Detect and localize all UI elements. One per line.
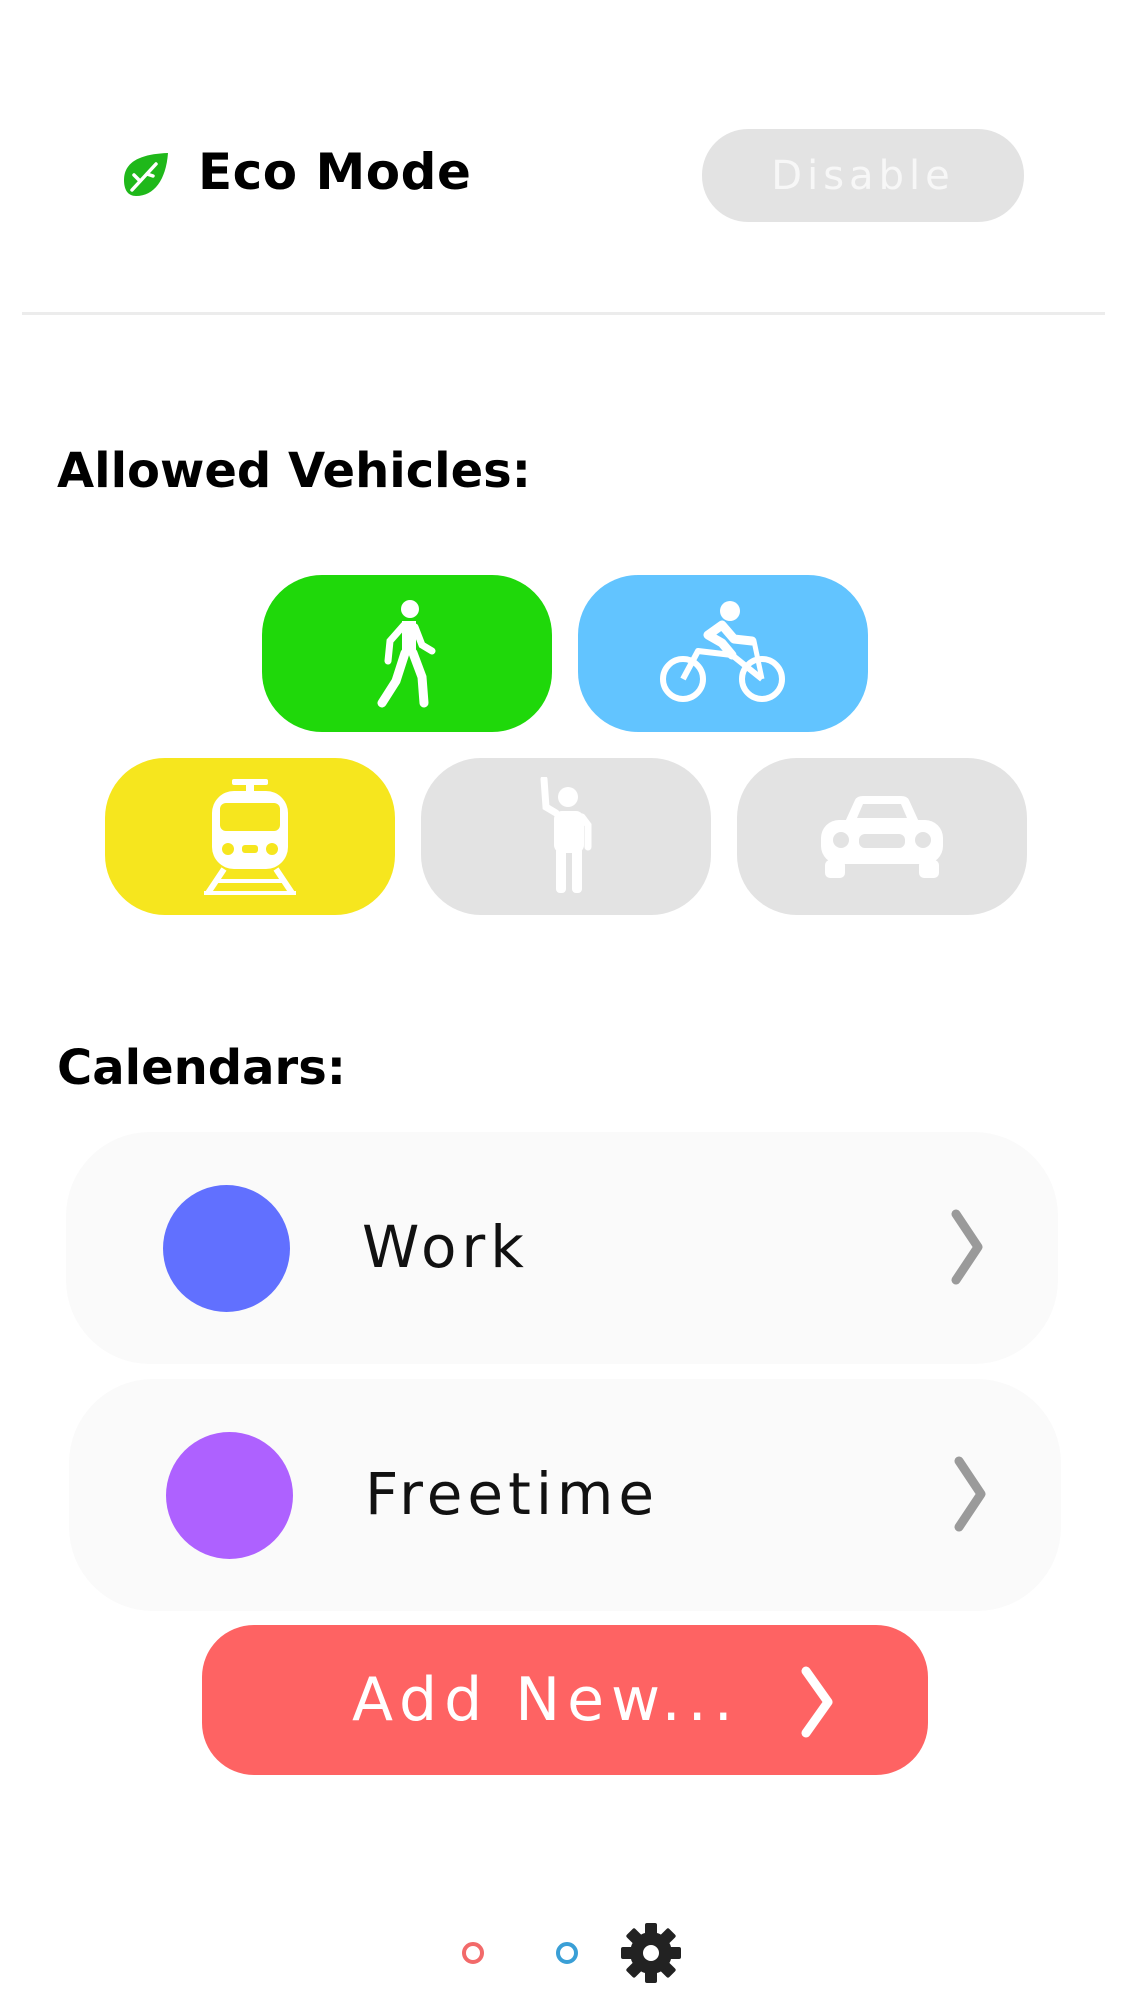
divider	[22, 312, 1105, 315]
vehicle-car-toggle[interactable]	[737, 758, 1027, 915]
calendar-label: Freetime	[365, 1460, 660, 1528]
eco-mode-title: Eco Mode	[198, 143, 472, 201]
disable-eco-button[interactable]: Disable	[702, 129, 1024, 222]
train-icon	[204, 778, 296, 895]
chevron-right-icon	[951, 1209, 983, 1285]
bicycle-icon	[660, 600, 785, 702]
gear-icon[interactable]	[620, 1922, 682, 1984]
chevron-right-icon	[954, 1456, 986, 1532]
page-indicator-dot[interactable]	[556, 1942, 578, 1964]
calendar-row-freetime[interactable]: Freetime	[69, 1379, 1061, 1611]
vehicle-hitchhike-toggle[interactable]	[421, 758, 711, 915]
add-new-label: Add New...	[352, 1665, 740, 1735]
chevron-right-icon	[801, 1666, 833, 1738]
vehicle-train-toggle[interactable]	[105, 758, 395, 915]
page-indicator-dot[interactable]	[462, 1942, 484, 1964]
vehicle-bike-toggle[interactable]	[578, 575, 868, 732]
vehicle-walk-toggle[interactable]	[262, 575, 552, 732]
calendar-row-work[interactable]: Work	[66, 1132, 1058, 1364]
leaf-icon	[120, 150, 170, 200]
car-icon	[821, 795, 943, 878]
calendar-label: Work	[362, 1213, 529, 1281]
hitchhike-icon	[540, 776, 592, 893]
calendar-color-dot	[166, 1432, 293, 1559]
allowed-vehicles-title: Allowed Vehicles:	[57, 443, 531, 499]
add-new-calendar-button[interactable]: Add New...	[202, 1625, 928, 1775]
calendars-title: Calendars:	[57, 1040, 346, 1096]
calendar-color-dot	[163, 1185, 290, 1312]
walking-icon	[377, 599, 436, 707]
